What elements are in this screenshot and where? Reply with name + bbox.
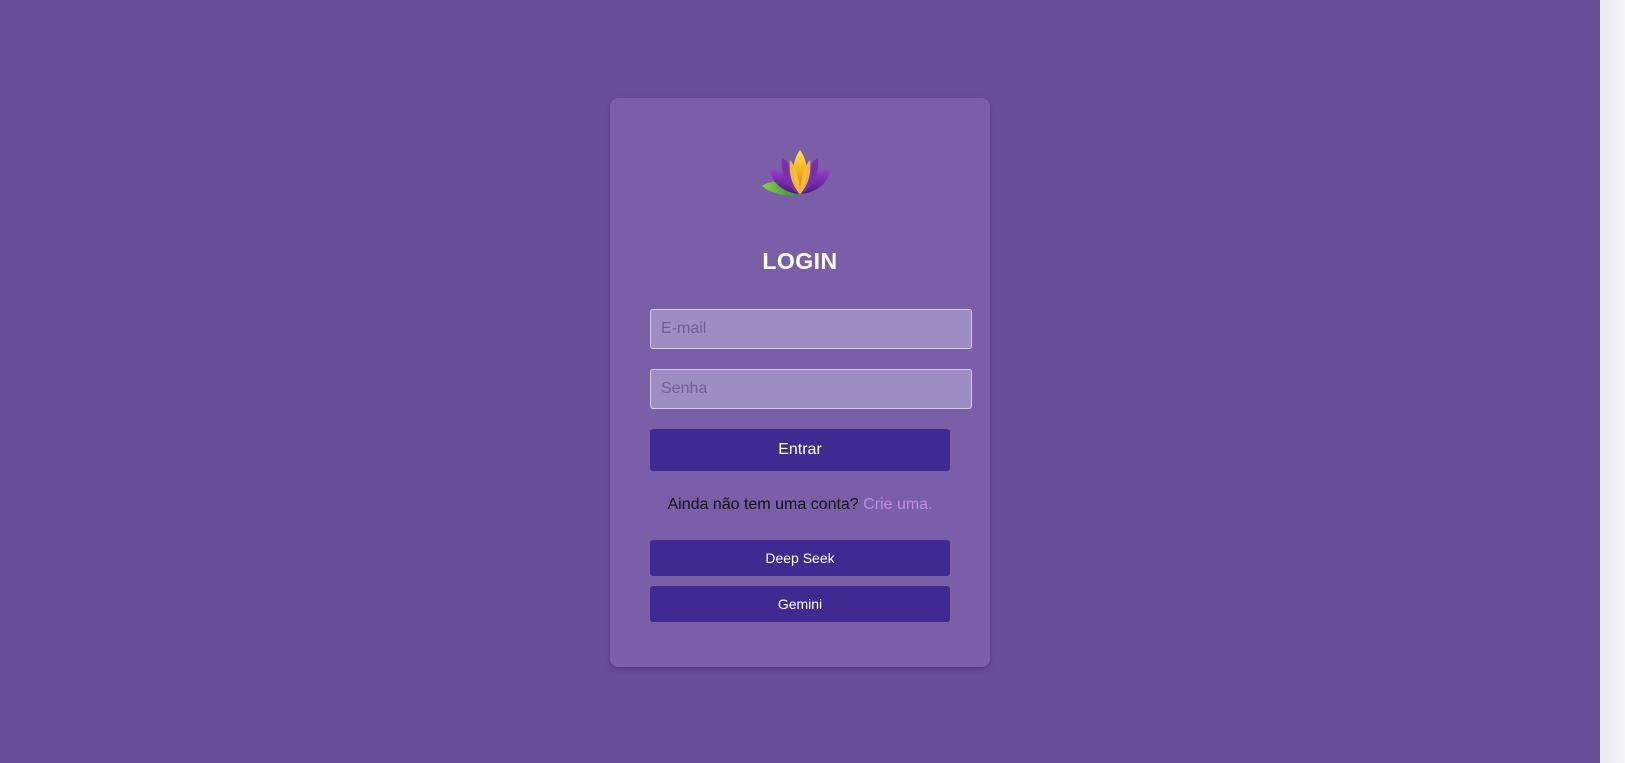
email-field[interactable] [650, 309, 972, 349]
login-card: LOGIN Entrar Ainda não tem uma conta? Cr… [610, 98, 990, 667]
gemini-button[interactable]: Gemini [650, 586, 950, 622]
scrollbar-track[interactable] [1600, 0, 1625, 763]
page-title: LOGIN [762, 248, 838, 274]
page: LOGIN Entrar Ainda não tem uma conta? Cr… [0, 0, 1625, 763]
signup-prompt: Ainda não tem uma conta? Crie uma. [610, 496, 990, 514]
password-field[interactable] [650, 369, 972, 409]
login-button[interactable]: Entrar [650, 429, 950, 471]
deepseek-button[interactable]: Deep Seek [650, 540, 950, 576]
lotus-icon [762, 150, 830, 196]
signup-prompt-text: Ainda não tem uma conta? [667, 496, 859, 513]
signup-link[interactable]: Crie uma. [863, 496, 932, 513]
